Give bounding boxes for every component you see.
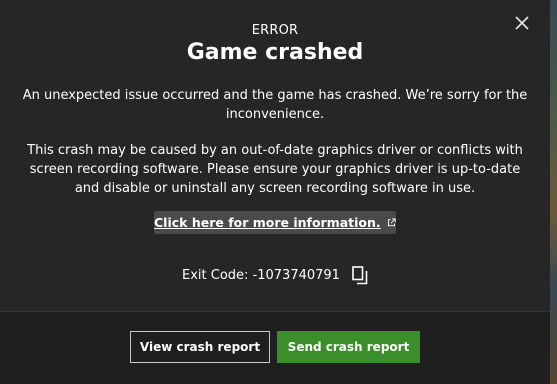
dialog-title: Game crashed: [186, 40, 364, 65]
crash-dialog: ERROR Game crashed An unexpected issue o…: [0, 0, 550, 384]
crash-message: An unexpected issue occurred and the gam…: [22, 88, 528, 122]
send-crash-report-button[interactable]: Send crash report: [277, 331, 420, 363]
exit-code: Exit Code: -1073740791: [182, 268, 340, 283]
more-info-link[interactable]: Click here for more information.: [154, 211, 396, 234]
dialog-footer: View crash report Send crash report: [0, 311, 550, 384]
view-crash-report-button[interactable]: View crash report: [130, 331, 270, 363]
copy-exit-code-button[interactable]: [352, 266, 368, 285]
error-eyebrow: ERROR: [251, 23, 299, 38]
more-info-link-label: Click here for more information.: [154, 215, 381, 230]
crash-cause-message: This crash may be caused by an out-of-da…: [27, 143, 523, 196]
external-link-icon: [387, 218, 396, 227]
exit-code-row: Exit Code: -1073740791: [0, 266, 550, 285]
copy-icon: [352, 266, 368, 285]
page: ERROR Game crashed An unexpected issue o…: [0, 0, 557, 384]
background-game-art: [550, 0, 557, 384]
